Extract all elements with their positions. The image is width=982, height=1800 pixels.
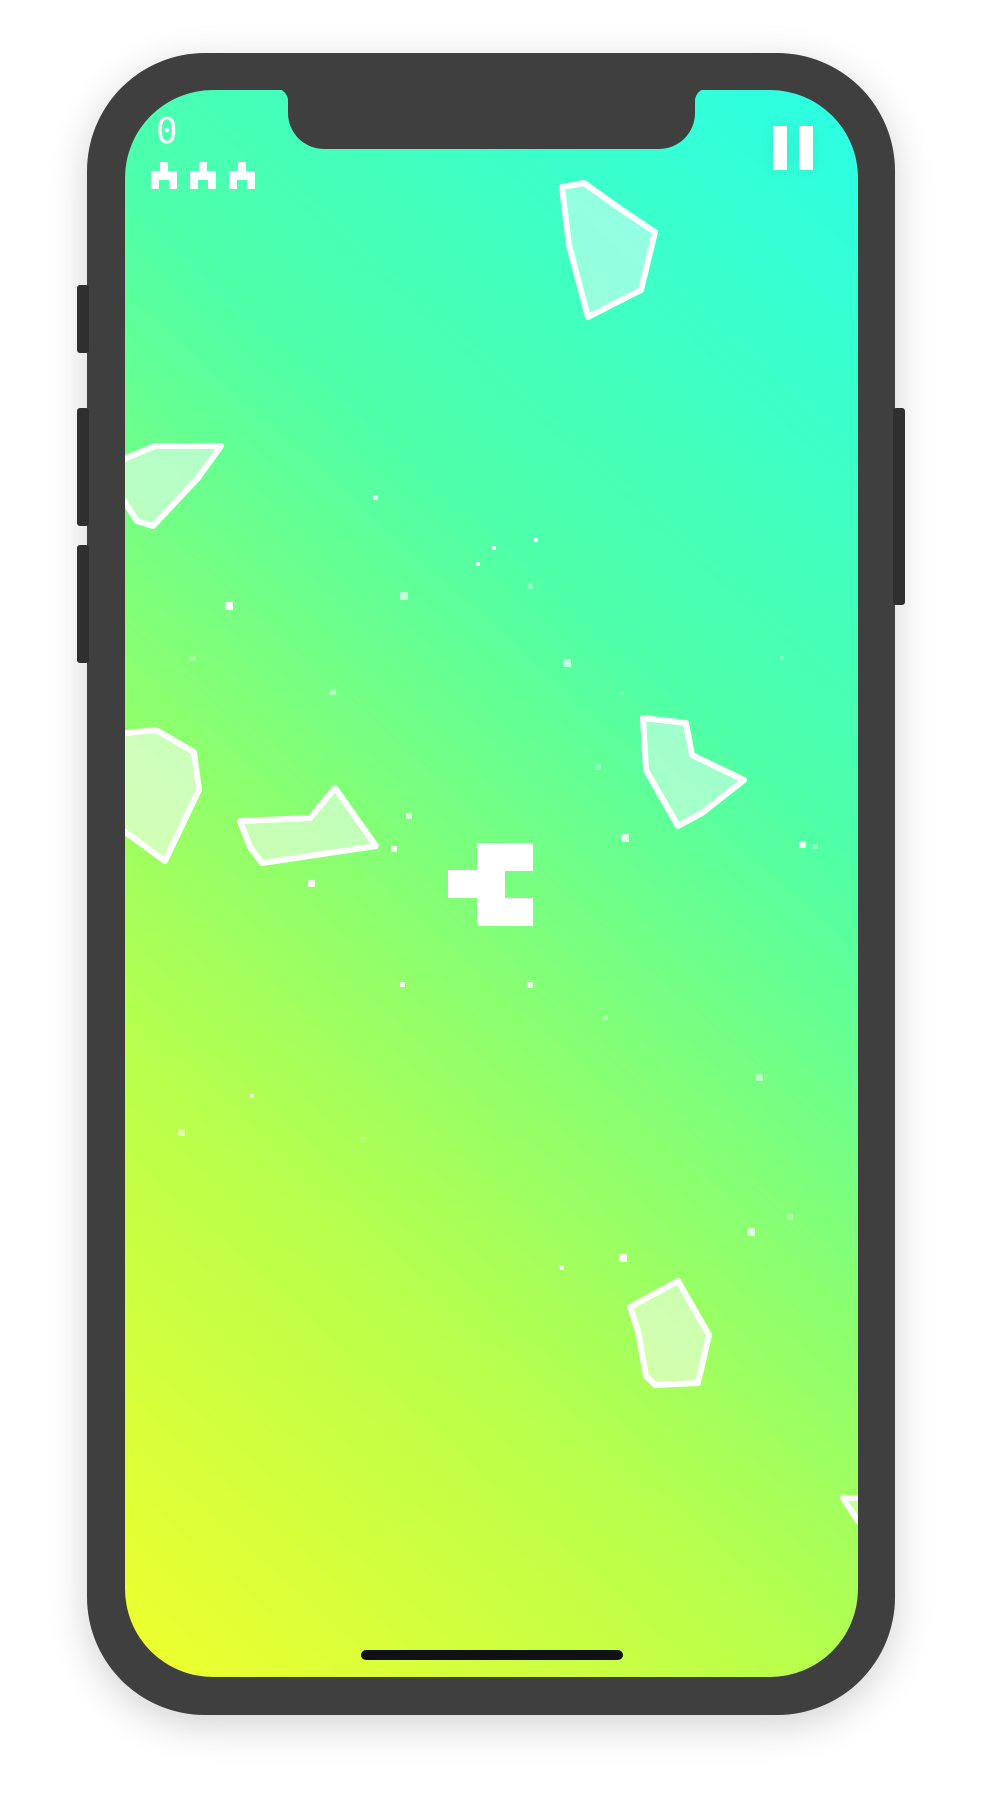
asteroid [840,1495,858,1526]
particle [360,1137,365,1142]
particle [406,813,412,819]
particle [400,982,405,987]
ship-block [477,870,505,898]
particle [476,562,480,566]
particle [250,1094,254,1098]
particle [621,691,624,694]
particle [190,655,196,661]
asteroid [237,785,379,866]
pause-button[interactable] [773,122,821,174]
particle [603,1015,608,1020]
particle [527,583,533,589]
ship-life-icon [151,162,177,189]
lives-indicator [151,162,255,189]
particle [527,982,533,988]
pause-icon [799,126,813,170]
particle [373,495,378,500]
power-button [893,408,905,605]
silent-switch [77,285,89,353]
particle [756,1074,763,1081]
player-ship [448,843,533,926]
game-playfield[interactable] [125,90,858,1677]
particle [225,602,233,610]
score-display: 0 [156,111,178,152]
ship-block [477,898,533,926]
particle [621,834,629,842]
particle [308,880,315,887]
asteroid [559,180,658,320]
particle [747,1228,755,1236]
asteroid [627,1278,712,1388]
ship-block [448,870,477,898]
ship-life-icon [190,162,216,189]
ship-life-icon [229,162,255,189]
volume-up-button [77,408,89,526]
asteroid [125,727,202,864]
particle [400,592,408,600]
particle [787,1214,793,1220]
particle [534,538,538,542]
particle [563,659,571,667]
particle [780,656,784,660]
particle [799,841,806,848]
particle [178,1129,185,1136]
particle [595,764,601,770]
game-screen[interactable]: 0 [125,90,858,1677]
asteroid [125,443,224,529]
particle [492,546,496,550]
pause-icon [773,126,787,170]
particle [391,846,397,852]
particle [813,844,818,849]
volume-down-button [77,545,89,663]
notch [274,90,709,149]
ship-block [477,843,533,871]
particle [619,1254,627,1262]
home-indicator[interactable] [361,1650,623,1660]
asteroid [640,715,747,829]
particle [330,689,336,695]
particle [559,1265,564,1270]
